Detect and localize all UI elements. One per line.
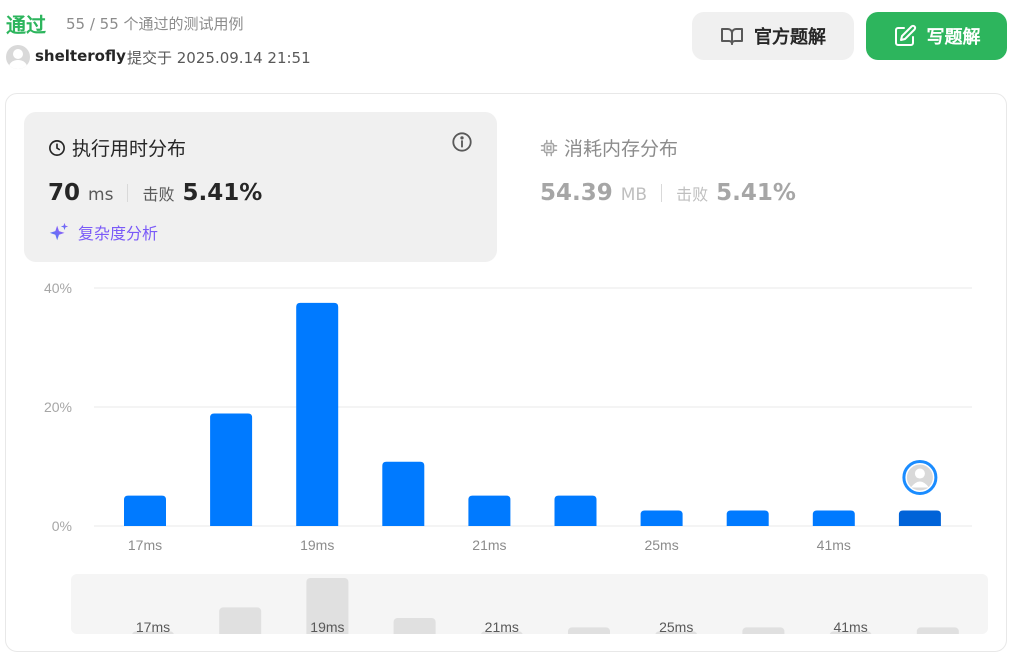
memory-metric: 54.39 MB 击败 5.41%	[540, 180, 796, 206]
chart-bar	[898, 510, 941, 526]
minimap-tick-label: 41ms	[833, 619, 867, 634]
x-tick-label: 41ms	[817, 537, 851, 553]
x-tick-label: 25ms	[644, 537, 678, 553]
clock-icon	[49, 139, 65, 156]
runtime-unit: ms	[88, 185, 114, 205]
chart-bar	[124, 495, 166, 526]
runtime-title: 执行用时分布	[48, 134, 186, 161]
minimap-bar	[568, 627, 610, 634]
minimap-tick-label: 21ms	[485, 619, 519, 634]
submission-time: 提交于 2025.09.14 21:51	[127, 49, 311, 67]
chart-bar	[468, 495, 511, 526]
runtime-beat-label: 击败	[142, 185, 175, 204]
marker-avatar-head	[914, 468, 925, 479]
minimap-bar	[742, 627, 785, 634]
complexity-analysis-link[interactable]: 复杂度分析	[48, 220, 158, 244]
chart-bar	[296, 302, 339, 526]
memory-title: 消耗内存分布	[540, 134, 678, 161]
info-icon[interactable]	[451, 131, 473, 153]
chart-bar	[554, 495, 597, 526]
memory-value: 54.39	[540, 180, 613, 206]
minimap-tick-label: 19ms	[310, 619, 344, 634]
official-solution-button[interactable]: 官方题解	[692, 12, 854, 60]
runtime-distribution-chart: 0% 20% 40% 17ms 19ms 21ms 25ms 41ms	[0, 270, 1014, 570]
chart-range-minimap[interactable]: 17ms 19ms 21ms 25ms 41ms	[71, 574, 988, 634]
chart-bar	[640, 510, 683, 526]
chart-bar	[812, 510, 855, 526]
runtime-title-text: 执行用时分布	[72, 138, 187, 160]
memory-unit: MB	[620, 185, 648, 205]
accepted-status: 通过	[6, 13, 46, 37]
y-tick-label: 20%	[44, 399, 72, 415]
write-solution-button[interactable]: 写题解	[866, 12, 1007, 60]
minimap-bar	[393, 618, 436, 634]
runtime-beat-value: 5.41%	[182, 180, 263, 206]
y-tick-label: 40%	[44, 280, 72, 296]
minimap-svg: 17ms 19ms 21ms 25ms 41ms	[132, 578, 959, 634]
minimap-bar	[219, 607, 262, 634]
x-tick-label: 17ms	[128, 537, 162, 553]
y-tick-label: 0%	[52, 518, 72, 534]
runtime-value: 70	[48, 180, 81, 206]
write-solution-label: 写题解	[926, 27, 981, 48]
memory-beat-label: 击败	[676, 185, 709, 204]
memory-title-text: 消耗内存分布	[564, 138, 679, 160]
book-open-icon	[721, 28, 743, 45]
runtime-distribution-svg: 0% 20% 40% 17ms 19ms 21ms 25ms 41ms	[44, 280, 972, 553]
chip-icon	[540, 139, 558, 156]
minimap-bar	[916, 627, 959, 634]
metric-divider	[661, 184, 663, 202]
minimap-tick-label: 17ms	[136, 619, 170, 634]
edit-icon	[894, 24, 916, 46]
chart-bar	[382, 461, 425, 526]
x-tick-label: 21ms	[472, 537, 506, 553]
minimap-tick-label: 25ms	[659, 619, 693, 634]
runtime-card[interactable]: 执行用时分布 70 ms 击败 5.41% 复杂度分析	[24, 112, 497, 262]
metric-divider	[127, 184, 129, 202]
chart-bar	[210, 413, 253, 526]
passed-testcases-count: 55 / 55 个通过的测试用例	[66, 15, 244, 33]
x-tick-label: 19ms	[300, 537, 334, 553]
user-avatar[interactable]	[6, 45, 30, 69]
memory-card[interactable]: 消耗内存分布 54.39 MB 击败 5.41%	[516, 112, 816, 262]
memory-beat-value: 5.41%	[716, 180, 796, 206]
official-solution-label: 官方题解	[754, 27, 826, 48]
complexity-analysis-label: 复杂度分析	[78, 224, 159, 243]
chart-bar	[726, 510, 769, 526]
sparkle-icon	[49, 222, 69, 241]
runtime-metric: 70 ms 击败 5.41%	[48, 180, 262, 206]
username-link[interactable]: shelterofly	[35, 47, 126, 65]
